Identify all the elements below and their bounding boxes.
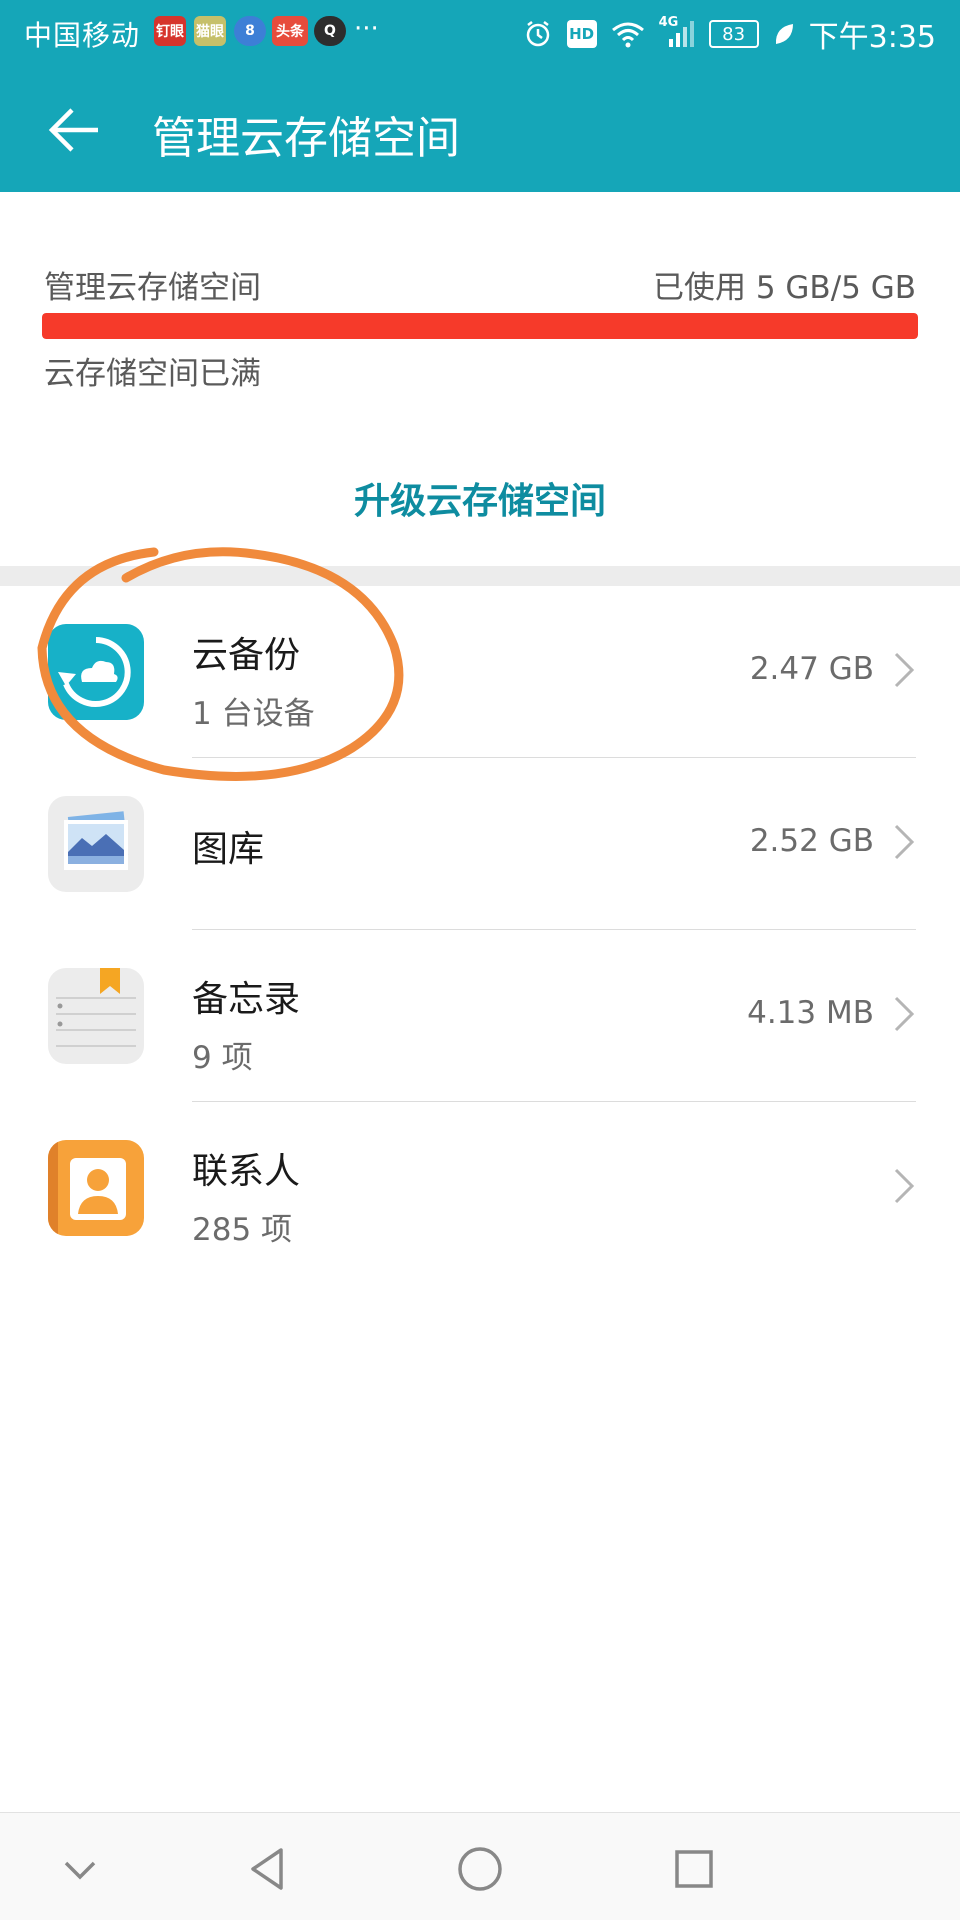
system-nav-bar <box>0 1812 960 1920</box>
gallery-icon <box>48 796 144 892</box>
upgrade-storage-button[interactable]: 升级云存储空间 <box>0 472 960 524</box>
notification-app-icon: 8 <box>234 16 266 46</box>
hd-icon: HD <box>566 20 597 48</box>
page-title: 管理云存储空间 <box>152 113 460 164</box>
nav-collapse-button[interactable] <box>52 1841 108 1897</box>
alarm-icon <box>523 19 553 49</box>
item-subtitle: 1 台设备 <box>192 696 315 732</box>
notes-icon <box>48 968 144 1064</box>
list-item-gallery[interactable]: 图库 2.52 GB <box>0 758 960 930</box>
item-name: 云备份 <box>192 635 301 676</box>
chevron-right-icon <box>894 824 915 860</box>
status-indicators: HD 4G 83 下午3:35 <box>523 12 936 56</box>
more-notifications-icon: ··· <box>354 14 379 44</box>
notification-app-icon: 钉眼 <box>154 16 186 46</box>
section-divider <box>0 566 960 586</box>
square-recents-icon <box>675 1850 713 1888</box>
item-name: 图库 <box>192 829 265 870</box>
carrier-label: 中国移动 <box>24 19 141 52</box>
nav-recents-button[interactable] <box>666 1841 722 1897</box>
cloud-backup-icon <box>48 624 144 720</box>
back-button[interactable] <box>44 100 104 160</box>
item-subtitle: 285 项 <box>192 1212 293 1248</box>
item-subtitle: 9 项 <box>192 1040 253 1076</box>
nav-back-button[interactable] <box>240 1841 296 1897</box>
status-bar: 中国移动 钉眼 猫眼 8 头条 Q ··· HD 4G 83 下午3:35 <box>0 0 960 64</box>
item-name: 联系人 <box>192 1151 301 1192</box>
circle-home-icon <box>458 1847 502 1891</box>
arrow-left-icon <box>48 108 98 152</box>
chevron-right-icon <box>894 1168 915 1204</box>
notification-app-icon: Q <box>314 16 346 46</box>
list-item-notes[interactable]: 备忘录 9 项 4.13 MB <box>0 930 960 1102</box>
item-name: 备忘录 <box>192 979 301 1020</box>
item-size: 2.52 GB <box>749 823 874 859</box>
contacts-icon <box>48 1140 144 1236</box>
storage-label: 管理云存储空间 <box>44 270 261 306</box>
storage-progress-bar <box>42 313 918 339</box>
notification-app-icon: 猫眼 <box>194 16 226 46</box>
triangle-back-icon <box>251 1848 283 1890</box>
network-type-label: 4G <box>658 15 679 30</box>
chevron-down-icon <box>64 1861 96 1880</box>
chevron-right-icon <box>894 652 915 688</box>
app-header: 中国移动 钉眼 猫眼 8 头条 Q ··· HD 4G 83 下午3:35 管理… <box>0 0 960 192</box>
storage-usage-text: 已使用 5 GB/5 GB <box>652 270 916 306</box>
nav-home-button[interactable] <box>452 1841 508 1897</box>
leaf-icon <box>773 21 795 47</box>
item-size: 4.13 MB <box>747 995 874 1031</box>
cell-signal-icon: 4G <box>659 15 695 49</box>
list-item-cloud-backup[interactable]: 云备份 1 台设备 2.47 GB <box>0 586 960 758</box>
chevron-right-icon <box>894 996 915 1032</box>
clock: 下午3:35 <box>808 20 936 55</box>
toolbar: 管理云存储空间 <box>0 64 960 192</box>
notification-app-icon: 头条 <box>272 16 308 46</box>
wifi-icon <box>611 20 645 48</box>
item-size: 2.47 GB <box>749 651 874 687</box>
storage-status-text: 云存储空间已满 <box>44 356 261 392</box>
battery-icon: 83 <box>708 20 759 48</box>
storage-progress-fill <box>42 313 918 339</box>
list-item-contacts[interactable]: 联系人 285 项 <box>0 1102 960 1274</box>
